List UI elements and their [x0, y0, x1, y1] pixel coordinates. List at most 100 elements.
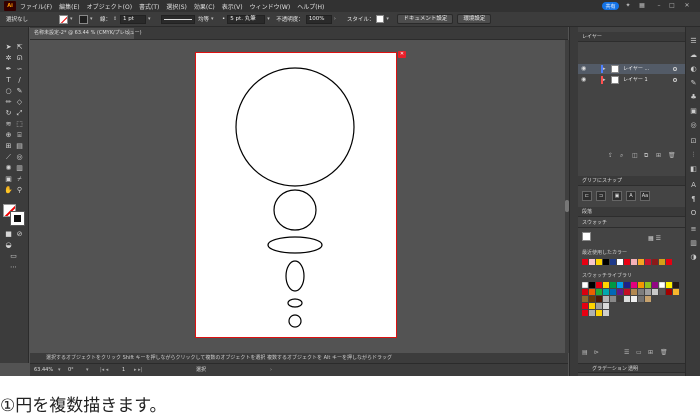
- place-swatch-icon[interactable]: ⊳: [594, 349, 599, 356]
- layer-row[interactable]: ◉ ▸ レイヤー 1: [578, 75, 685, 85]
- menu-type[interactable]: 書式(T): [139, 2, 159, 11]
- transform-icon[interactable]: ⊡: [689, 137, 698, 146]
- chevron-down-icon[interactable]: ▾: [386, 16, 391, 22]
- appearance-icon[interactable]: ◎: [689, 121, 698, 130]
- menu-view[interactable]: 表示(V): [222, 2, 243, 11]
- graphic-style-swatch[interactable]: [376, 15, 385, 23]
- ellipse-wide[interactable]: [267, 236, 323, 254]
- chevron-right-icon[interactable]: ›: [270, 364, 272, 376]
- paragraph-panel-tab[interactable]: 段落: [578, 207, 685, 217]
- stepper-icon[interactable]: ⇕: [113, 16, 118, 22]
- swatch[interactable]: [652, 259, 658, 265]
- paintbrush-icon[interactable]: ✎: [15, 87, 24, 96]
- target-circle-icon[interactable]: [673, 67, 677, 71]
- stroke-swatch[interactable]: [10, 211, 25, 226]
- chevron-down-icon[interactable]: ▾: [58, 364, 61, 376]
- blend-icon[interactable]: ◎: [15, 153, 24, 162]
- new-sublayer-icon[interactable]: ⧉: [644, 152, 648, 160]
- swatch-library-icon[interactable]: ▤: [582, 349, 588, 356]
- tab-close-icon[interactable]: ×: [126, 28, 131, 39]
- artboard-number[interactable]: 1: [122, 364, 125, 376]
- preferences-button[interactable]: 環境設定: [457, 14, 492, 24]
- gradient-tab[interactable]: グラデーション: [592, 364, 627, 374]
- stroke-color-swatch[interactable]: [79, 14, 89, 24]
- swatch[interactable]: [596, 259, 602, 265]
- workspace-icon[interactable]: ▦: [638, 2, 646, 10]
- symbol-sprayer-icon[interactable]: ✺: [4, 164, 13, 173]
- line-tool-icon[interactable]: /: [15, 76, 24, 85]
- swatch-view-icons[interactable]: ▦ ☰: [648, 235, 661, 242]
- layers-panel-tab[interactable]: レイヤー: [578, 32, 685, 42]
- color-icon[interactable]: ◐: [689, 65, 698, 74]
- gradient-panel-icon[interactable]: ▥: [689, 239, 698, 248]
- character-icon[interactable]: A: [689, 181, 698, 190]
- document-settings-button[interactable]: ドキュメント設定: [397, 14, 454, 24]
- rotation-value[interactable]: 0°: [68, 364, 74, 376]
- delete-swatch-icon[interactable]: 🗑: [660, 349, 668, 356]
- menu-edit[interactable]: 編集(E): [59, 2, 79, 11]
- perspective-grid-icon[interactable]: ⌸: [15, 131, 24, 140]
- free-transform-icon[interactable]: ⬚: [15, 120, 24, 129]
- selection-tool-icon[interactable]: ➤: [4, 43, 13, 52]
- eye-icon[interactable]: ◉: [581, 75, 586, 85]
- variable-width-profile[interactable]: [161, 14, 196, 24]
- zoom-level[interactable]: 63.44%: [34, 364, 53, 376]
- artboard-nav-icon[interactable]: |◂ ◂: [100, 364, 108, 376]
- zoom-tool-icon[interactable]: ⚲: [15, 186, 24, 195]
- swatch[interactable]: [645, 259, 651, 265]
- none-mode-icon[interactable]: ⊘: [15, 230, 24, 239]
- ellipse-small[interactable]: [287, 298, 303, 308]
- properties-icon[interactable]: ☰: [689, 37, 698, 46]
- swatch[interactable]: [631, 259, 637, 265]
- swatch[interactable]: [666, 259, 672, 265]
- ellipse-tool-icon[interactable]: ○: [4, 87, 13, 96]
- share-button[interactable]: 共有: [602, 2, 619, 10]
- screen-mode-icon[interactable]: ▭: [9, 252, 18, 261]
- pathfinder-icon[interactable]: ◧: [689, 165, 698, 174]
- libraries-icon[interactable]: ☁: [689, 51, 698, 60]
- swatch[interactable]: [603, 259, 609, 265]
- type-tool-icon[interactable]: T: [4, 76, 13, 85]
- swatch[interactable]: [638, 259, 644, 265]
- artboard-tool-icon[interactable]: ▣: [4, 175, 13, 184]
- fill-color-swatch[interactable]: [59, 14, 69, 24]
- swatch-grid[interactable]: [582, 282, 680, 320]
- transparency-tab[interactable]: 透明: [628, 364, 638, 374]
- canvas-area[interactable]: ✕: [30, 40, 568, 353]
- eye-icon[interactable]: ◉: [581, 64, 586, 74]
- ellipse-tall[interactable]: [285, 260, 305, 292]
- new-color-group-icon[interactable]: ▭: [636, 349, 642, 356]
- transparency-icon[interactable]: ◑: [689, 253, 698, 262]
- make-clip-mask-icon[interactable]: ◫: [632, 152, 638, 159]
- chevron-down-icon[interactable]: ▾: [148, 16, 153, 22]
- lasso-icon[interactable]: ᘏ: [15, 54, 24, 63]
- lightbulb-icon[interactable]: ✦: [624, 2, 632, 10]
- swatch[interactable]: [617, 259, 623, 265]
- symbols-icon[interactable]: ♣: [689, 93, 698, 102]
- draw-mode-icon[interactable]: ◒: [4, 241, 13, 250]
- layer-name[interactable]: レイヤー ...: [623, 64, 649, 74]
- expand-triangle-icon[interactable]: ▸: [603, 64, 606, 74]
- curvature-icon[interactable]: ∽: [15, 65, 24, 74]
- eyedropper-icon[interactable]: ⟋: [4, 153, 13, 162]
- opacity-field[interactable]: 100%: [305, 14, 332, 24]
- gradient-icon[interactable]: ▤: [15, 142, 24, 151]
- fill-stroke-selector[interactable]: [3, 204, 25, 226]
- swatch[interactable]: [659, 259, 665, 265]
- minimize-icon[interactable]: –: [655, 2, 663, 10]
- pen-tool-icon[interactable]: ✒: [4, 65, 13, 74]
- chevron-down-icon[interactable]: ▾: [267, 16, 272, 22]
- slice-tool-icon[interactable]: ⌿: [15, 175, 24, 184]
- chevron-down-icon[interactable]: ▾: [211, 16, 216, 22]
- expand-triangle-icon[interactable]: ▸: [603, 75, 606, 85]
- brush-definition-field[interactable]: 5 pt. 丸筆: [227, 14, 266, 24]
- scale-icon[interactable]: ⤢: [15, 109, 24, 118]
- snap-proximity-icon[interactable]: A: [626, 191, 636, 201]
- new-layer-icon[interactable]: ⊞: [656, 152, 661, 159]
- magic-wand-icon[interactable]: ✲: [4, 54, 13, 63]
- graph-tool-icon[interactable]: ▥: [15, 164, 24, 173]
- more-tools-icon[interactable]: ⋯: [9, 263, 18, 272]
- stroke-weight-field[interactable]: 1 pt: [120, 14, 147, 24]
- menu-effect[interactable]: 効果(C): [194, 2, 215, 11]
- layer-name[interactable]: レイヤー 1: [623, 75, 648, 85]
